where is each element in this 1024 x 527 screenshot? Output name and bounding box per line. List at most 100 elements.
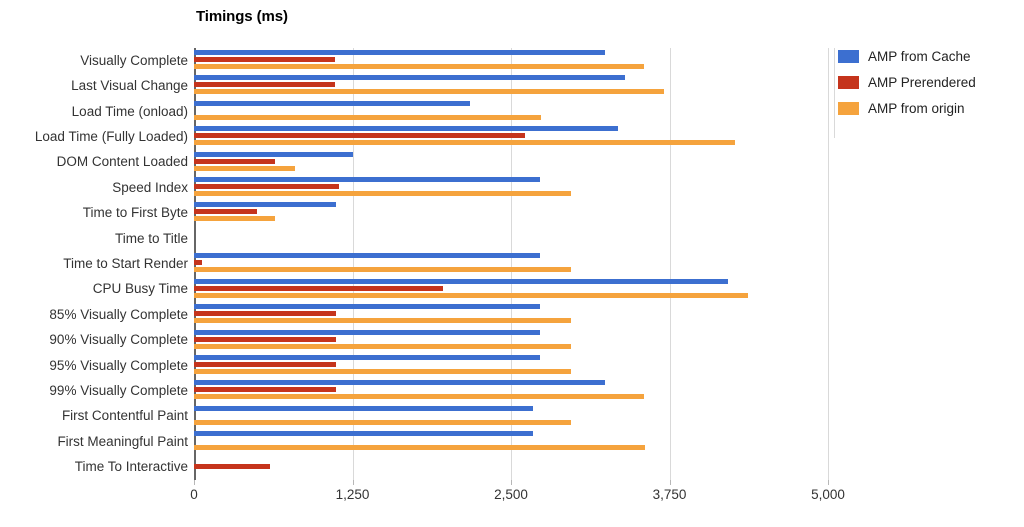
category-label: Time to Title bbox=[114, 230, 188, 246]
bar[interactable] bbox=[194, 292, 749, 298]
bar-group-bars bbox=[194, 175, 828, 200]
bar[interactable] bbox=[194, 285, 443, 291]
bar-group-bars bbox=[194, 251, 828, 276]
bar[interactable] bbox=[194, 133, 525, 139]
plot-area bbox=[194, 48, 829, 480]
bar[interactable] bbox=[194, 394, 645, 400]
bar[interactable] bbox=[194, 64, 645, 69]
bar-group-bars bbox=[194, 99, 828, 124]
bar[interactable] bbox=[194, 278, 728, 284]
bar-group-bars bbox=[194, 200, 828, 225]
category-label: First Meaningful Paint bbox=[57, 433, 188, 449]
bar-group bbox=[194, 353, 828, 378]
category-label: DOM Content Loaded bbox=[56, 154, 188, 170]
bar-group bbox=[194, 302, 828, 327]
bar-group-bars bbox=[194, 124, 828, 149]
bar[interactable] bbox=[194, 260, 202, 266]
tick-mark bbox=[669, 480, 671, 485]
chart-title: Timings (ms) bbox=[196, 8, 288, 25]
bar[interactable] bbox=[194, 57, 335, 62]
bar-group bbox=[194, 48, 828, 73]
bar-group-bars bbox=[194, 73, 828, 98]
category-label: 90% Visually Complete bbox=[49, 332, 188, 348]
bar[interactable] bbox=[194, 100, 471, 106]
bar[interactable] bbox=[194, 311, 337, 317]
bar[interactable] bbox=[194, 431, 533, 437]
bar-rows bbox=[194, 48, 828, 480]
category-label: Visually Complete bbox=[80, 52, 188, 68]
bar[interactable] bbox=[194, 209, 258, 215]
bar[interactable] bbox=[194, 158, 276, 164]
bar-group-bars bbox=[194, 353, 828, 378]
category-label: Time to First Byte bbox=[82, 205, 188, 221]
bar[interactable] bbox=[194, 405, 533, 411]
bar[interactable] bbox=[194, 126, 618, 132]
bar[interactable] bbox=[194, 343, 571, 349]
bar[interactable] bbox=[194, 419, 571, 425]
category-label: CPU Busy Time bbox=[92, 281, 188, 297]
bar[interactable] bbox=[194, 336, 337, 342]
legend-item[interactable]: AMP Prerendered bbox=[838, 74, 1018, 91]
bar-group bbox=[194, 404, 828, 429]
bar[interactable] bbox=[194, 114, 542, 120]
bar[interactable] bbox=[194, 445, 646, 451]
category-axis-labels: Visually Complete Last Visual Change Load … bbox=[0, 48, 188, 480]
bar-group-bars bbox=[194, 226, 828, 251]
timings-bar-chart: Timings (ms) Visually Complete Last Visua… bbox=[0, 0, 1024, 527]
bar[interactable] bbox=[194, 253, 541, 259]
bar-group bbox=[194, 328, 828, 353]
tick-mark bbox=[511, 480, 512, 485]
chart-legend: AMP from Cache AMP Prerendered AMP from or… bbox=[838, 48, 1018, 126]
bar[interactable] bbox=[194, 354, 541, 360]
bar[interactable] bbox=[194, 361, 337, 367]
bar[interactable] bbox=[194, 216, 276, 222]
bar[interactable] bbox=[194, 151, 353, 157]
category-label: Load Time (Fully Loaded) bbox=[34, 128, 188, 144]
legend-divider bbox=[834, 48, 835, 138]
bar-group bbox=[194, 429, 828, 454]
bar[interactable] bbox=[194, 202, 337, 208]
bar[interactable] bbox=[194, 329, 541, 335]
bar-group-bars bbox=[194, 404, 828, 429]
category-label: Load Time (onload) bbox=[71, 103, 188, 119]
legend-label: AMP Prerendered bbox=[868, 75, 976, 90]
bar[interactable] bbox=[194, 267, 571, 273]
bar[interactable] bbox=[194, 140, 736, 146]
tick-mark bbox=[828, 480, 829, 485]
bar[interactable] bbox=[194, 89, 665, 95]
legend-swatch-icon bbox=[838, 76, 859, 89]
category-label: Speed Index bbox=[112, 179, 188, 195]
bar[interactable] bbox=[194, 387, 337, 393]
bar[interactable] bbox=[194, 368, 571, 374]
bar-group bbox=[194, 378, 828, 403]
bar[interactable] bbox=[194, 380, 605, 386]
bar[interactable] bbox=[194, 318, 571, 324]
legend-swatch-icon bbox=[838, 102, 859, 115]
legend-label: AMP from Cache bbox=[868, 49, 971, 64]
bar[interactable] bbox=[194, 184, 339, 190]
bar-group bbox=[194, 200, 828, 225]
bar-group bbox=[194, 251, 828, 276]
bar[interactable] bbox=[194, 304, 541, 310]
bar[interactable] bbox=[194, 177, 541, 183]
legend-item[interactable]: AMP from Cache bbox=[838, 48, 1018, 65]
bar[interactable] bbox=[194, 165, 296, 171]
value-axis-ticks: 0 1,250 2,500 3,750 5,000 bbox=[190, 480, 845, 510]
tick-label: 0 bbox=[190, 487, 198, 502]
category-label: 85% Visually Complete bbox=[49, 306, 188, 322]
bar[interactable] bbox=[194, 82, 335, 88]
category-label: Time To Interactive bbox=[74, 459, 188, 475]
legend-item[interactable]: AMP from origin bbox=[838, 100, 1018, 117]
tick-label: 2,500 bbox=[494, 487, 528, 502]
bar[interactable] bbox=[194, 463, 271, 469]
bar-group-bars bbox=[194, 429, 828, 454]
category-label: First Contentful Paint bbox=[61, 408, 188, 424]
bar[interactable] bbox=[194, 191, 571, 197]
bar-group-bars bbox=[194, 302, 828, 327]
tick-label: 3,750 bbox=[652, 487, 687, 502]
bar-group-bars bbox=[194, 48, 828, 73]
tick-mark bbox=[194, 480, 195, 485]
bar[interactable] bbox=[194, 50, 605, 55]
bar-group-bars bbox=[194, 455, 828, 480]
bar[interactable] bbox=[194, 75, 626, 81]
